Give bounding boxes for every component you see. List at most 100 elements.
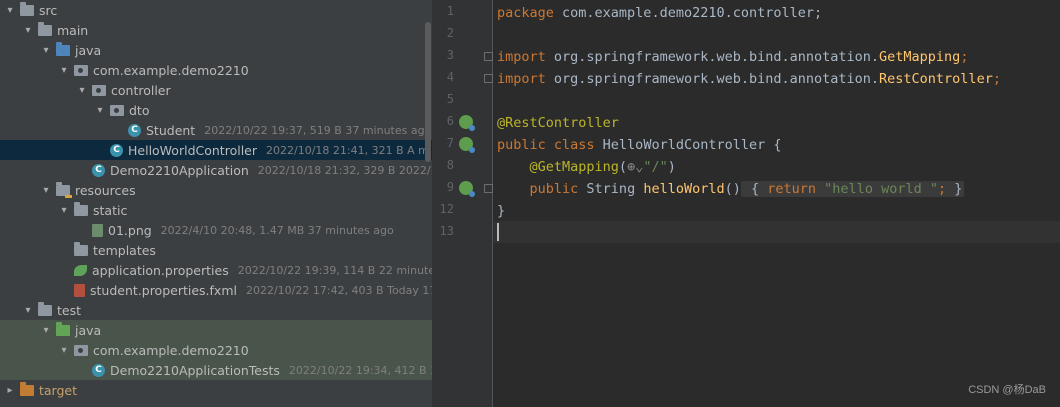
- tree-item[interactable]: ▾ test: [0, 300, 432, 320]
- tree-item[interactable]: ▾ main: [0, 20, 432, 40]
- package-name: com.example.demo2210.controller;: [553, 5, 823, 21]
- chevron-down-icon[interactable]: ▾: [40, 325, 52, 336]
- code-line-7: public class HelloWorldController {: [497, 134, 781, 156]
- fold-marker-icon[interactable]: [484, 184, 493, 193]
- fold-marker-icon[interactable]: [484, 74, 493, 83]
- code-line-12: }: [497, 200, 505, 222]
- method-name: helloWorld: [643, 181, 725, 197]
- tree-item[interactable]: ▾ static: [0, 200, 432, 220]
- tree-item[interactable]: ▾ dto: [0, 100, 432, 120]
- excluded-folder-icon: [20, 382, 34, 396]
- fold-marker-icon[interactable]: [484, 52, 493, 61]
- code-line-3: import org.springframework.web.bind.anno…: [497, 46, 968, 68]
- globe-icon[interactable]: ⊕⌄: [627, 159, 643, 175]
- tree-item-label: 01.png: [108, 222, 152, 238]
- tree-item-label: Demo2210Application: [110, 162, 249, 178]
- source-folder-icon: [56, 42, 70, 56]
- tree-item[interactable]: Student 2022/10/22 19:37, 519 B 37 minute…: [0, 120, 432, 140]
- tree-item[interactable]: ▾ src: [0, 0, 432, 20]
- class-icon: [92, 363, 105, 377]
- folder-icon: [74, 202, 88, 216]
- tree-item[interactable]: application.properties 2022/10/22 19:39, …: [0, 260, 432, 280]
- tree-item[interactable]: ▾ java: [0, 40, 432, 60]
- code-line-9: public String helloWorld() { return "hel…: [497, 178, 965, 200]
- tree-item-label: resources: [75, 182, 136, 198]
- chevron-right-icon[interactable]: ▸: [4, 385, 16, 396]
- tree-item[interactable]: 01.png 2022/4/10 20:48, 1.47 MB 37 minute…: [0, 220, 432, 240]
- tree-item-label: java: [75, 322, 102, 338]
- spring-bean-icon[interactable]: [459, 115, 475, 131]
- line-number: 12: [439, 202, 454, 216]
- chevron-down-icon[interactable]: ▾: [4, 5, 16, 16]
- keyword: public: [529, 181, 579, 197]
- brace: {: [742, 181, 768, 197]
- class-icon: [128, 123, 141, 137]
- chevron-down-icon[interactable]: ▾: [22, 305, 34, 316]
- import-class: GetMapping: [879, 49, 961, 65]
- line-number: 4: [446, 70, 454, 84]
- tree-item-label: java: [75, 42, 102, 58]
- tree-item-label: test: [57, 302, 82, 318]
- semicolon: ;: [960, 49, 969, 65]
- text-caret: [497, 223, 499, 241]
- paren: ): [667, 159, 676, 175]
- tree-item[interactable]: ▸ target: [0, 380, 432, 400]
- chevron-down-icon[interactable]: ▾: [58, 345, 70, 356]
- tree-item[interactable]: ▾ com.example.demo2210: [0, 340, 432, 360]
- tree-item[interactable]: HelloWorldController 2022/10/18 21:41, 32…: [0, 140, 432, 160]
- tree-item[interactable]: ▾ com.example.demo2210: [0, 60, 432, 80]
- file-metadata: 2022/10/22 19:34, 412 B 38 min: [288, 363, 432, 377]
- fxml-file-icon: [74, 283, 85, 297]
- annotation: @GetMapping: [529, 159, 619, 175]
- keyword: return: [767, 181, 817, 197]
- tree-item[interactable]: ▾ controller: [0, 80, 432, 100]
- tree-item-label: dto: [129, 102, 150, 118]
- semicolon: ;: [937, 181, 947, 197]
- tree-item-label: main: [57, 22, 89, 38]
- editor-gutter: 1 2 3 4 5 6 7 8 9 12 13: [432, 0, 493, 407]
- project-scrollbar[interactable]: [425, 22, 431, 162]
- current-line-highlight: [493, 221, 1060, 243]
- return-type: String: [578, 181, 644, 197]
- chevron-down-icon[interactable]: ▾: [58, 65, 70, 76]
- tree-item[interactable]: templates: [0, 240, 432, 260]
- tree-item[interactable]: student.properties.fxml 2022/10/22 17:42,…: [0, 280, 432, 300]
- string-literal: "/": [643, 159, 668, 175]
- chevron-down-icon[interactable]: ▾: [22, 25, 34, 36]
- file-metadata: 2022/10/18 21:41, 321 B A minute: [266, 143, 432, 157]
- string-literal: "hello world ": [816, 181, 938, 197]
- tree-item[interactable]: Demo2210Application 2022/10/18 21:32, 329…: [0, 160, 432, 180]
- spring-bean-icon[interactable]: [459, 137, 475, 153]
- tree-item[interactable]: Demo2210ApplicationTests 2022/10/22 19:34…: [0, 360, 432, 380]
- keyword: public class: [497, 137, 595, 153]
- request-mapping-icon[interactable]: [459, 181, 475, 197]
- chevron-down-icon[interactable]: ▾: [94, 105, 106, 116]
- keyword: import: [497, 71, 546, 87]
- tree-item-label: src: [39, 2, 58, 18]
- project-tool-window: ▾ src ▾ main ▾ java ▾ com.example.demo2210 ▾ cont…: [0, 0, 432, 407]
- chevron-down-icon[interactable]: ▾: [40, 45, 52, 56]
- import-path: org.springframework.web.bind.annotation.: [545, 71, 880, 87]
- tree-item-label: target: [39, 382, 78, 398]
- code-editor[interactable]: 1 2 3 4 5 6 7 8 9 12 13 package com.exam…: [432, 0, 1060, 407]
- test-folder-icon: [56, 322, 70, 336]
- tree-item-label: controller: [111, 82, 171, 98]
- tree-item-label: templates: [93, 242, 156, 258]
- file-metadata: 2022/10/22 17:42, 403 B Today 17:42: [245, 283, 432, 297]
- import-class: RestController: [879, 71, 993, 87]
- tree-item[interactable]: ▾ resources: [0, 180, 432, 200]
- folded-method-body[interactable]: { return "hello world "; }: [740, 181, 965, 197]
- tree-item-label: static: [93, 202, 128, 218]
- chevron-down-icon[interactable]: ▾: [76, 85, 88, 96]
- tree-item[interactable]: ▾ java: [0, 320, 432, 340]
- chevron-down-icon[interactable]: ▾: [58, 205, 70, 216]
- file-metadata: 2022/10/18 21:32, 329 B 2022/10/18: [257, 163, 432, 177]
- code-line-4: import org.springframework.web.bind.anno…: [497, 68, 1001, 90]
- spring-properties-icon: [74, 264, 87, 276]
- watermark: CSDN @杨DaB: [968, 384, 1046, 396]
- chevron-down-icon[interactable]: ▾: [40, 185, 52, 196]
- tree-item-label: com.example.demo2210: [93, 342, 249, 358]
- code-line-6: @RestController: [497, 112, 619, 134]
- paren: (): [724, 181, 741, 197]
- line-number: 9: [446, 180, 454, 194]
